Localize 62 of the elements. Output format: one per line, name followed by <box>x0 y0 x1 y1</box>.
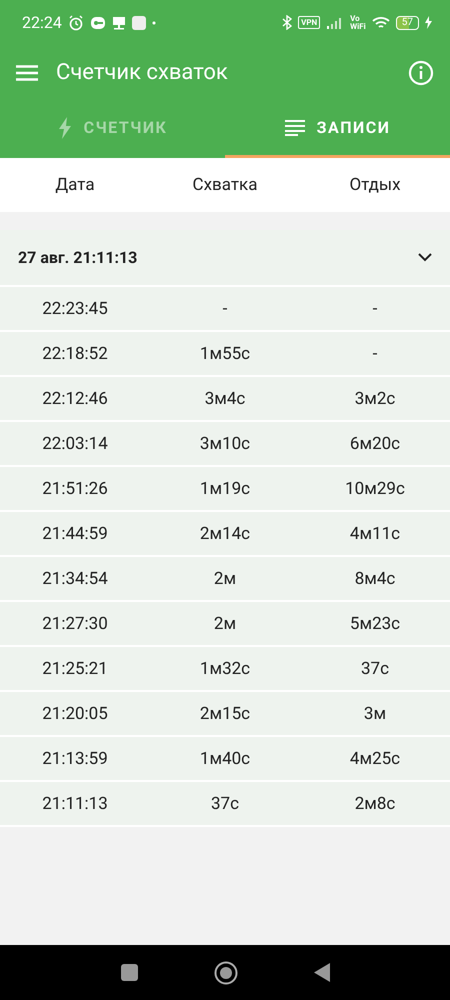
table-cell: 6м20с <box>350 434 400 454</box>
square-icon <box>132 16 146 30</box>
table-cell: 2м14с <box>200 524 250 544</box>
table-cell: 3м2с <box>354 388 396 408</box>
table-cell: 2м8с <box>354 794 396 814</box>
table-cell: 21:27:30 <box>42 614 108 634</box>
table-cell: 22:23:45 <box>42 298 108 318</box>
alarm-icon <box>68 14 84 30</box>
tab[interactable]: СЧЕТЧИК <box>0 100 225 158</box>
lightning-icon <box>58 116 72 138</box>
table-cell: 21:34:54 <box>42 568 108 588</box>
table-cell: 2м <box>214 614 236 634</box>
table-cell: 21:20:05 <box>42 704 108 724</box>
table-cell: 2м <box>214 568 236 588</box>
table-cell: 3м4с <box>204 388 246 408</box>
menu-icon[interactable] <box>16 64 38 80</box>
info-icon[interactable] <box>408 60 434 86</box>
recents-icon[interactable] <box>120 964 138 981</box>
table-cell: 21:44:59 <box>42 524 108 544</box>
group-header[interactable]: 27 авг. 21:11:13 <box>0 230 450 287</box>
status-time: 22:24 <box>22 13 62 32</box>
table-cell: 1м32с <box>200 658 250 678</box>
battery-indicator: 57 <box>396 16 419 30</box>
table-cell: 3м10с <box>200 434 250 454</box>
table-cell: - <box>372 298 378 318</box>
table-cell: 4м25с <box>350 748 400 768</box>
table-cell: 8м4с <box>354 568 396 588</box>
list-icon <box>284 120 305 136</box>
chevron-icon[interactable] <box>418 253 432 262</box>
table-cell: 1м55с <box>200 344 250 364</box>
volte-indicator: Vo WiFi <box>350 14 366 30</box>
table-cell: 1м19с <box>200 478 250 498</box>
home-icon[interactable] <box>214 960 238 984</box>
bluetooth-icon <box>282 15 292 30</box>
table-cell: 4м11с <box>350 524 400 544</box>
table-cell: 21:51:26 <box>42 478 108 498</box>
table-cell: 22:18:52 <box>42 344 108 364</box>
table-cell: 21:11:13 <box>42 794 108 814</box>
table-cell: 37с <box>360 658 389 678</box>
app-icon <box>90 16 106 30</box>
table-cell: 10м29с <box>345 478 405 498</box>
column-header: Отдых <box>349 175 401 195</box>
charging-icon <box>425 16 432 29</box>
table-cell: 3м <box>364 704 386 724</box>
back-icon[interactable] <box>314 963 330 982</box>
table-cell: 2м15с <box>200 704 250 724</box>
table-cell: 21:13:59 <box>42 748 108 768</box>
wifi-icon <box>372 16 390 30</box>
dot-icon <box>152 20 156 24</box>
table-cell: 22:12:46 <box>42 388 108 408</box>
table-cell: 5м23с <box>350 614 400 634</box>
table-cell: - <box>222 298 228 318</box>
app-title: Счетчик схваток <box>56 60 229 85</box>
table-cell: 1м40с <box>200 748 250 768</box>
group-title: 27 авг. 21:11:13 <box>18 248 138 267</box>
vpn-indicator: VPN <box>298 16 320 29</box>
table-cell: 37с <box>210 794 239 814</box>
table-cell: - <box>372 344 378 364</box>
column-header: Схватка <box>192 175 258 195</box>
table-cell: 21:25:21 <box>42 658 108 678</box>
table-cell: 22:03:14 <box>42 434 108 454</box>
column-header: Дата <box>55 175 95 195</box>
